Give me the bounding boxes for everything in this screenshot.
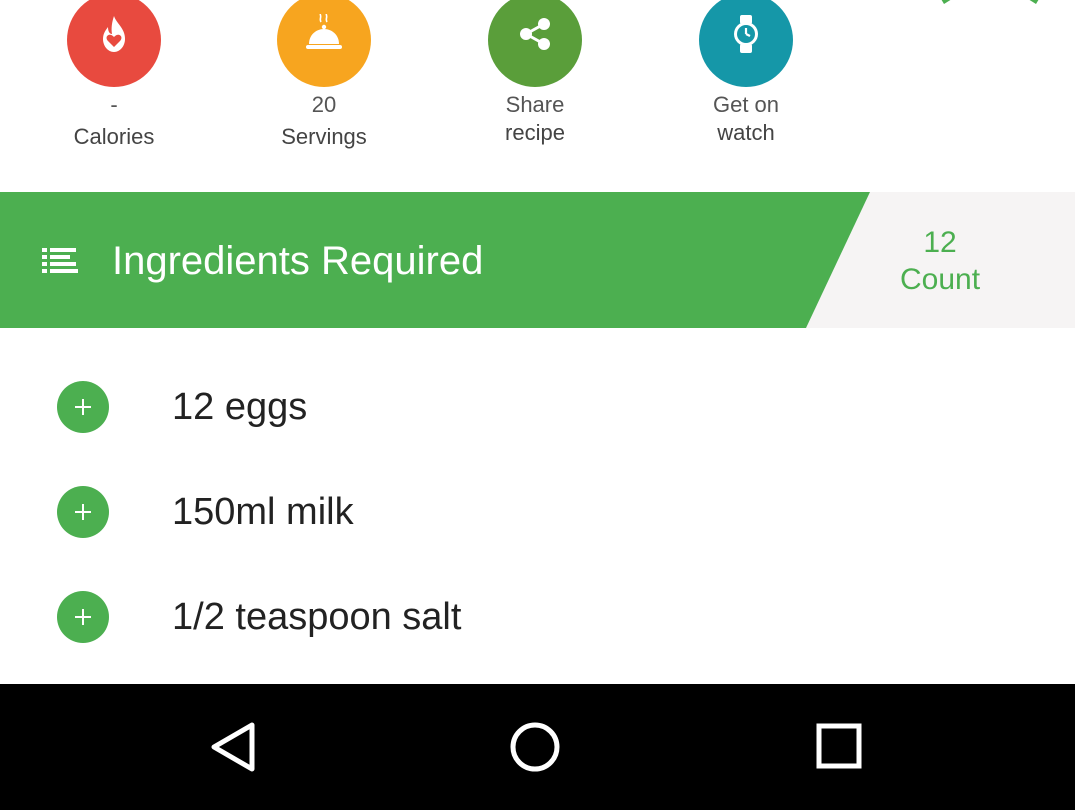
- servings-circle[interactable]: [277, 0, 371, 87]
- navigation-bar: [0, 684, 1075, 810]
- list-icon: [42, 248, 78, 273]
- ingredients-count: 12: [923, 226, 957, 259]
- watch-circle[interactable]: [699, 0, 793, 87]
- ingredients-count-label: Count: [899, 263, 981, 296]
- recent-apps-button[interactable]: [809, 720, 869, 776]
- servings-label: Servings: [281, 124, 367, 149]
- plus-icon: [75, 609, 91, 625]
- watch-line1: Get on: [712, 92, 780, 117]
- plus-icon: [75, 399, 91, 415]
- share-line2: recipe: [505, 120, 565, 145]
- recent-square-icon: [816, 723, 862, 769]
- home-button[interactable]: [505, 720, 565, 776]
- back-triangle-icon: [211, 722, 255, 772]
- calories-value: -: [110, 92, 118, 117]
- calories-circle[interactable]: [67, 0, 161, 87]
- recipe-actions: - Calories 20 Servings Share recipe Get …: [0, 0, 1075, 192]
- share-circle[interactable]: [488, 0, 582, 87]
- list-item: 1/2 teaspoon salt: [0, 538, 1075, 643]
- add-ingredient-button[interactable]: [57, 381, 109, 433]
- ingredient-list: 12 eggs 150ml milk 1/2 teaspoon salt: [0, 328, 1075, 684]
- plus-icon: [75, 504, 91, 520]
- corner-arrows-icon: [941, 0, 1039, 4]
- watch-icon: [734, 15, 758, 53]
- list-item: 150ml milk: [0, 433, 1075, 538]
- share-line1: Share: [505, 92, 565, 117]
- recipe-screen: - Calories 20 Servings Share recipe Get …: [0, 0, 1075, 810]
- ingredient-text: 1/2 teaspoon salt: [172, 596, 462, 638]
- back-button[interactable]: [204, 720, 264, 776]
- add-ingredient-button[interactable]: [57, 486, 109, 538]
- flame-heart-icon: [103, 16, 125, 52]
- servings-value: 20: [311, 92, 337, 117]
- share-icon: [520, 18, 550, 50]
- home-circle-icon: [510, 722, 560, 772]
- ingredient-text: 150ml milk: [172, 491, 354, 533]
- cloche-icon: [306, 14, 342, 49]
- list-item: 12 eggs: [0, 328, 1075, 433]
- watch-line2: watch: [717, 120, 775, 145]
- ingredients-title: Ingredients Required: [112, 239, 484, 283]
- ingredient-text: 12 eggs: [172, 386, 308, 428]
- add-ingredient-button[interactable]: [57, 591, 109, 643]
- ingredients-header: Ingredients Required 12 Count: [0, 192, 1075, 328]
- calories-label: Calories: [73, 124, 155, 149]
